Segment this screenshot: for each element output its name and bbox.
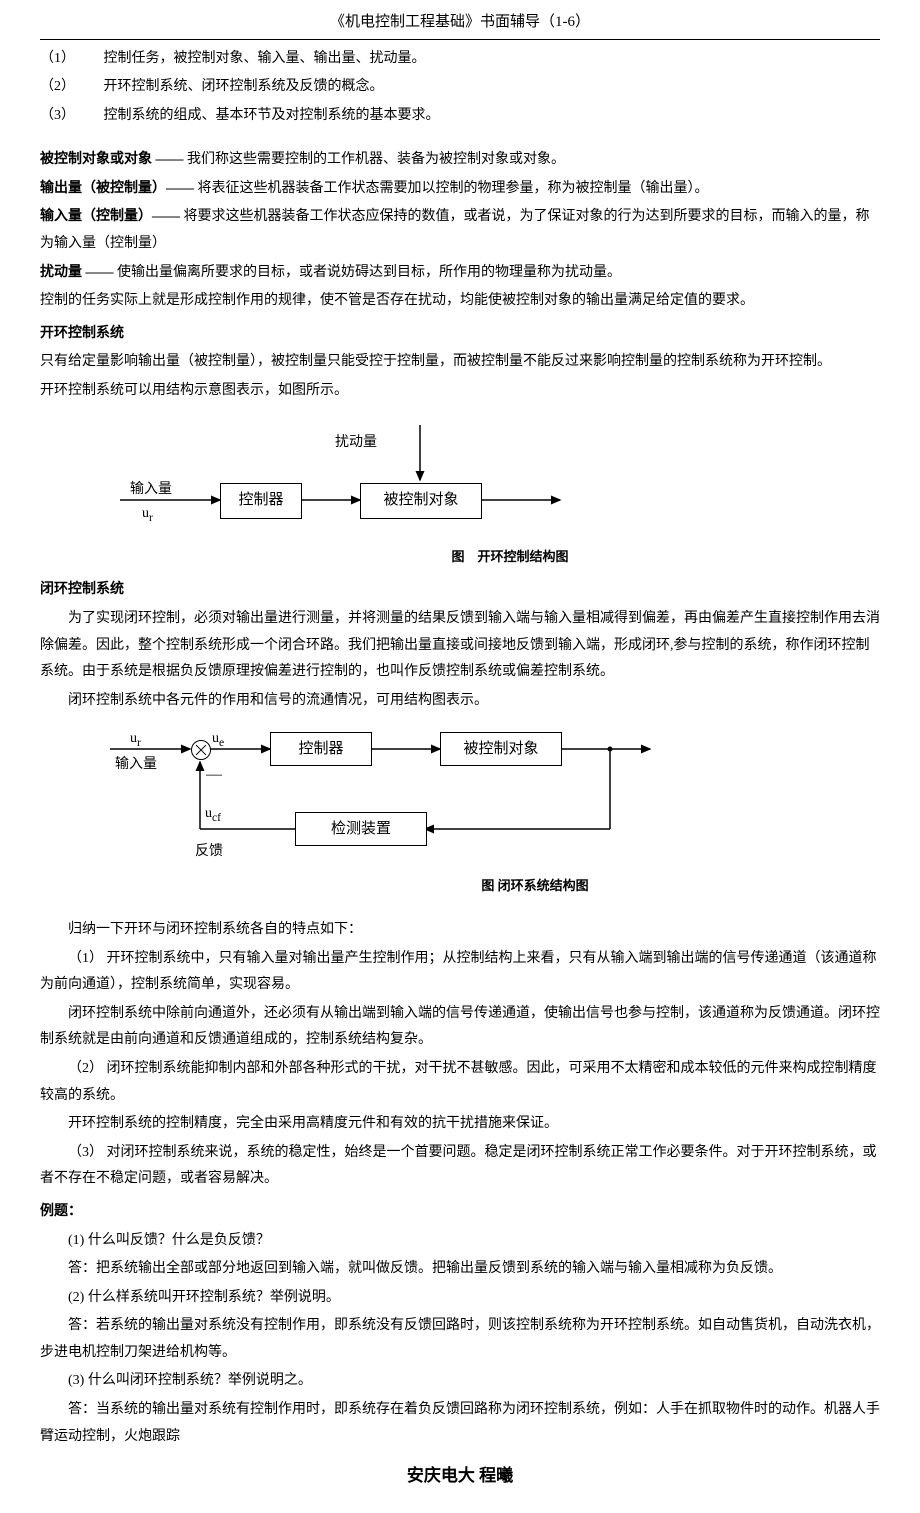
section-heading-closed-loop: 闭环控制系统 [40,577,880,604]
paragraph: （1） 开环控制系统中，只有输入量对输出量产生控制作用；从控制结构上来看，只有从… [40,946,880,999]
answer: 答：把系统输出全部或部分地返回到输入端，就叫做反馈。把输出量反馈到系统的输入端与… [40,1256,880,1283]
ur-symbol: ur [142,501,153,529]
term: 输入量（控制量）—— [40,209,184,224]
question: (3) 什么叫闭环控制系统？举例说明之。 [40,1368,880,1395]
paragraph: 开环控制系统可以用结构示意图表示，如图所示。 [40,378,880,405]
term: 扰动量 —— [40,265,117,280]
question: (1) 什么叫反馈？什么是负反馈？ [40,1228,880,1255]
page-footer: 安庆电大 程曦 [40,1460,880,1492]
answer: 答：若系统的输出量对系统没有控制作用，即系统没有反馈回路时，则该控制系统称为开环… [40,1313,880,1366]
page-body: 《机电控制工程基础》书面辅导（1-6） （1） 控制任务，被控制对象、输入量、输… [0,0,920,1513]
disturbance-label: 扰动量 [335,430,377,457]
term: 输出量（被控制量）—— [40,181,198,196]
term-text: 将表征这些机器装备工作状态需要加以控制的物理参量，称为被控制量（输出量）。 [198,181,709,196]
term-text: 使输出量偏离所要求的目标，或者说妨碍达到目标，所作用的物理量称为扰动量。 [117,265,621,280]
paragraph: 开环控制系统的控制精度，完全由采用高精度元件和有效的抗干扰措施来保证。 [40,1111,880,1138]
list-num: （3） [40,103,100,130]
sensor-box: 检测装置 [295,812,427,846]
definition: 被控制对象或对象 —— 我们称这些需要控制的工作机器、装备为被控制对象或对象。 [40,147,880,174]
controller-box: 控制器 [220,483,302,519]
paragraph: 闭环控制系统中各元件的作用和信号的流通情况，可用结构图表示。 [40,688,880,715]
figure-caption-1: 图 开环控制结构图 [140,545,880,570]
section-heading-examples: 例题： [40,1199,880,1226]
list-num: （1） [40,46,100,73]
input-label: 输入量 [130,477,172,504]
paragraph: （3） 对闭环控制系统来说，系统的稳定性，始终是一个首要问题。稳定是闭环控制系统… [40,1140,880,1193]
list-text: 控制系统的组成、基本环节及对控制系统的基本要求。 [104,108,440,123]
list-item: （1） 控制任务，被控制对象、输入量、输出量、扰动量。 [40,46,880,73]
ue-symbol: ue [212,726,224,754]
figure-caption-2: 图 闭环系统结构图 [190,874,880,899]
paragraph: 归纳一下开环与闭环控制系统各自的特点如下： [40,917,880,944]
definition: 输出量（被控制量）—— 将表征这些机器装备工作状态需要加以控制的物理参量，称为被… [40,176,880,203]
list-item: （3） 控制系统的组成、基本环节及对控制系统的基本要求。 [40,103,880,130]
closed-input-label: 输入量 [115,752,157,779]
list-num: （2） [40,74,100,101]
ur-symbol: ur [130,726,141,754]
definition: 输入量（控制量）—— 将要求这些机器装备工作状态应保持的数值，或者说，为了保证对… [40,204,880,257]
section-heading-open-loop: 开环控制系统 [40,321,880,348]
numbered-list: （1） 控制任务，被控制对象、输入量、输出量、扰动量。 （2） 开环控制系统、闭… [40,46,880,130]
list-text: 控制任务，被控制对象、输入量、输出量、扰动量。 [104,51,426,66]
list-item: （2） 开环控制系统、闭环控制系统及反馈的概念。 [40,74,880,101]
feedback-label: 反馈 [195,839,223,866]
open-loop-diagram: 扰动量 输入量 ur 控制器 被控制对象 [120,415,580,535]
plant-box: 被控制对象 [360,483,482,519]
paragraph: 闭环控制系统中除前向通道外，还必须有从输出端到输入端的信号传递通道，使输出信号也… [40,1001,880,1054]
question: (2) 什么样系统叫开环控制系统？举例说明。 [40,1285,880,1312]
definition: 扰动量 —— 使输出量偏离所要求的目标，或者说妨碍达到目标，所作用的物理量称为扰… [40,260,880,287]
ucf-symbol: ucf [205,801,221,829]
plant-box: 被控制对象 [440,732,562,766]
paragraph: 控制的任务实际上就是形成控制作用的规律，使不管是否存在扰动，均能使被控制对象的输… [40,288,880,315]
paragraph: 只有给定量影响输出量（被控制量），被控制量只能受控于控制量，而被控制量不能反过来… [40,349,880,376]
answer: 答：当系统的输出量对系统有控制作用时，即系统存在着负反馈回路称为闭环控制系统，例… [40,1397,880,1450]
controller-box: 控制器 [270,732,372,766]
closed-loop-diagram: ur 输入量 ue — 控制器 被控制对象 检测装置 ucf 反馈 [100,724,660,864]
paragraph: （2） 闭环控制系统能抑制内部和外部各种形式的干扰，对干扰不甚敏感。因此，可采用… [40,1056,880,1109]
list-text: 开环控制系统、闭环控制系统及反馈的概念。 [104,79,384,94]
paragraph: 为了实现闭环控制，必须对输出量进行测量，并将测量的结果反馈到输入端与输入量相减得… [40,606,880,686]
term: 被控制对象或对象 —— [40,152,187,167]
minus-sign: — [206,760,222,790]
term-text: 我们称这些需要控制的工作机器、装备为被控制对象或对象。 [187,152,565,167]
doc-header: 《机电控制工程基础》书面辅导（1-6） [40,8,880,40]
